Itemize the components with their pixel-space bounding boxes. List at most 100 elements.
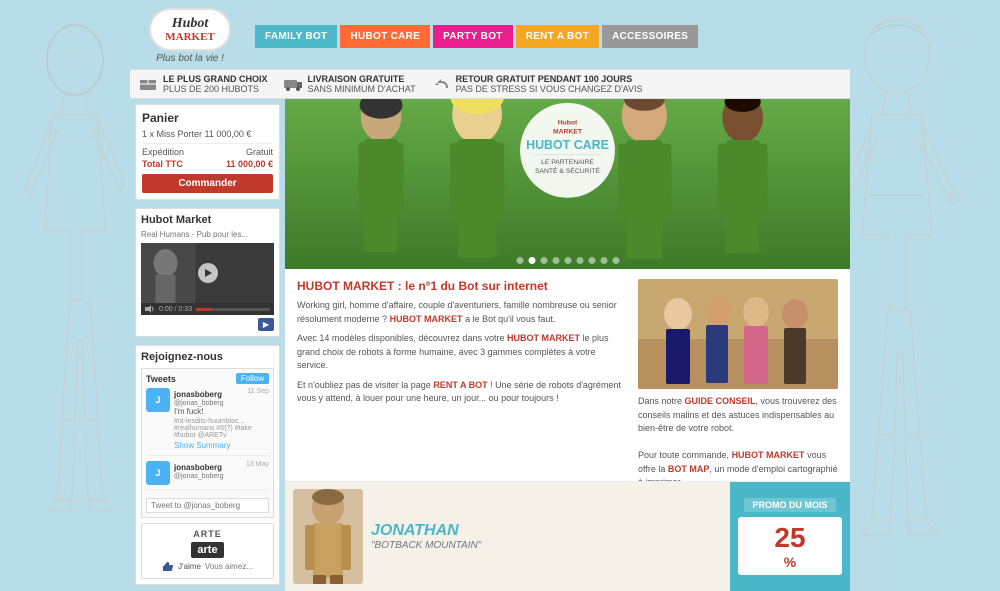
article-para-2: Avec 14 modèles disponibles, découvrez d… bbox=[297, 332, 628, 373]
nav-party-bot[interactable]: PARTY BOT bbox=[433, 25, 513, 48]
header: Hubot MARKET Plus bot la vie ! FAMILY BO… bbox=[130, 0, 850, 69]
dot-5[interactable] bbox=[576, 257, 583, 264]
article-left: HUBOT MARKET : le n°1 du Bot sur interne… bbox=[297, 279, 628, 471]
like-area: J'aime Vous aimez... bbox=[147, 561, 268, 573]
svg-text:SANTÉ & SÉCURITÉ: SANTÉ & SÉCURITÉ bbox=[535, 166, 601, 175]
promo-name: JONATHAN bbox=[371, 522, 481, 540]
tweet-input[interactable] bbox=[146, 498, 269, 513]
hubot-link-2[interactable]: HUBOT MARKET bbox=[507, 333, 580, 343]
nav-rent-a-bot[interactable]: RENT A BOT bbox=[516, 25, 599, 48]
video-subtitle: Real Humans - Pub pour les... bbox=[141, 230, 274, 239]
sidebar: Panier 1 x Miss Porter 11 000,00 € Expéd… bbox=[130, 99, 285, 591]
hero-dots bbox=[516, 257, 619, 264]
volume-icon[interactable] bbox=[145, 305, 155, 313]
info-livraison: LIVRAISON GRATUITE SANS MINIMUM D'ACHAT bbox=[283, 74, 416, 94]
return-icon bbox=[431, 77, 451, 91]
article-para-3: Et n'oubliez pas de visiter la page RENT… bbox=[297, 379, 628, 406]
hubot-link-1[interactable]: HUBOT MARKET bbox=[390, 314, 463, 324]
hubot-link-3[interactable]: HUBOT MARKET bbox=[732, 450, 805, 460]
promo-left: JONATHAN "BOTBACK MOUNTAIN" bbox=[285, 482, 730, 591]
dot-6[interactable] bbox=[588, 257, 595, 264]
promo-right: PROMO DU MOIS 25 % bbox=[730, 482, 850, 591]
dot-3[interactable] bbox=[552, 257, 559, 264]
box-icon bbox=[138, 77, 158, 91]
arte-logo: arte bbox=[191, 542, 223, 558]
article-title: HUBOT MARKET : le n°1 du Bot sur interne… bbox=[297, 279, 628, 293]
nav-family-bot[interactable]: FAMILY BOT bbox=[255, 25, 337, 48]
promo-banner: 25 % bbox=[738, 517, 842, 575]
main-text-area: HUBOT MARKET : le n°1 du Bot sur interne… bbox=[285, 269, 850, 481]
hero-banner: Hubot MARKET HUBOT CARE LE PARTENAIRE SA… bbox=[285, 99, 850, 269]
panier-item: 1 x Miss Porter 11 000,00 € bbox=[142, 129, 273, 139]
dot-2[interactable] bbox=[540, 257, 547, 264]
promo-subname: "BOTBACK MOUNTAIN" bbox=[371, 540, 481, 551]
logo-tagline: Plus bot la vie ! bbox=[156, 53, 224, 64]
arte-title: ARTE bbox=[147, 529, 268, 539]
commander-button[interactable]: Commander bbox=[142, 174, 273, 193]
tweets-header: Tweets Follow bbox=[146, 373, 269, 384]
truck-icon bbox=[283, 77, 303, 91]
video-time: 0:00 / 0:33 bbox=[159, 306, 192, 313]
tweets-area: Tweets Follow J jonasboberg 11 Sep @jona… bbox=[141, 368, 274, 517]
show-summary-link[interactable]: Show Summary bbox=[174, 441, 230, 450]
share-button[interactable]: ▶ bbox=[258, 318, 274, 331]
social-box: Rejoignez-nous Tweets Follow J jonasbobe… bbox=[135, 345, 280, 584]
guide-link[interactable]: GUIDE CONSEIL bbox=[685, 396, 756, 406]
video-progress-fill bbox=[196, 308, 211, 311]
info-choix: LE PLUS GRAND CHOIX PLUS DE 200 HUBOTS bbox=[138, 74, 268, 94]
svg-text:MARKET: MARKET bbox=[553, 129, 583, 136]
dot-8[interactable] bbox=[612, 257, 619, 264]
article-para-1: Working girl, homme d'affaire, couple d'… bbox=[297, 299, 628, 326]
tweet-item-2: J jonasboberg 13 May @jonas_boberg bbox=[146, 461, 269, 490]
tweet-content-2: jonasboberg 13 May @jonas_boberg bbox=[174, 461, 269, 485]
video-progress[interactable] bbox=[196, 308, 270, 311]
main-content: Hubot MARKET HUBOT CARE LE PARTENAIRE SA… bbox=[285, 99, 850, 591]
tweet-item-1: J jonasboberg 11 Sep @jonas_boberg I'm f… bbox=[146, 388, 269, 455]
panier-expedition: Expédition Gratuit bbox=[142, 147, 273, 157]
nav-bar: FAMILY BOT HUBOT CARE PARTY BOT RENT A B… bbox=[255, 25, 850, 48]
video-controls: 0:00 / 0:33 bbox=[141, 303, 274, 315]
like-icon bbox=[162, 561, 174, 573]
content-area: Panier 1 x Miss Porter 11 000,00 € Expéd… bbox=[130, 99, 850, 591]
article-image bbox=[638, 279, 838, 389]
bot-map-link[interactable]: BOT MAP bbox=[668, 464, 710, 474]
tweet-content-1: jonasboberg 11 Sep @jonas_boberg I'm fuc… bbox=[174, 388, 269, 450]
dot-7[interactable] bbox=[600, 257, 607, 264]
promo-percent-sign: % bbox=[743, 554, 837, 570]
tweets-label: Tweets bbox=[146, 374, 176, 384]
video-box-title: Hubot Market bbox=[141, 214, 274, 226]
logo: Hubot MARKET bbox=[149, 8, 231, 51]
promo-text: JONATHAN "BOTBACK MOUNTAIN" bbox=[371, 522, 481, 551]
svg-text:LE PARTENAIRE: LE PARTENAIRE bbox=[541, 159, 594, 166]
rent-a-bot-link[interactable]: RENT A BOT bbox=[433, 380, 487, 390]
logo-hubot-text: Hubot bbox=[165, 16, 215, 31]
svg-text:Hubot: Hubot bbox=[558, 120, 578, 127]
info-retour: RETOUR GRATUIT PENDANT 100 JOURS PAS DE … bbox=[431, 74, 643, 94]
dot-1[interactable] bbox=[528, 257, 535, 264]
nav-hubot-care[interactable]: HUBOT CARE bbox=[340, 25, 430, 48]
article-right: Dans notre GUIDE CONSEIL, vous trouverez… bbox=[638, 279, 838, 471]
social-title: Rejoignez-nous bbox=[141, 351, 274, 363]
svg-text:HUBOT CARE: HUBOT CARE bbox=[526, 139, 609, 153]
logo-market-text: MARKET bbox=[165, 31, 215, 43]
article-right-text: Dans notre GUIDE CONSEIL, vous trouverez… bbox=[638, 395, 838, 481]
nav-accessoires[interactable]: ACCESSOIRES bbox=[602, 25, 698, 48]
video-box: Hubot Market Real Humans - Pub pour les.… bbox=[135, 208, 280, 337]
video-play-button[interactable] bbox=[198, 263, 218, 283]
arte-box: ARTE arte J'aime Vous aimez... bbox=[141, 523, 274, 579]
panier-title: Panier bbox=[142, 111, 273, 125]
tweet-avatar-2: J bbox=[146, 461, 170, 485]
promo-percent: 25 bbox=[743, 522, 837, 554]
tweet-avatar-1: J bbox=[146, 388, 170, 412]
dot-4[interactable] bbox=[564, 257, 571, 264]
hero-people-svg: Hubot MARKET HUBOT CARE LE PARTENAIRE SA… bbox=[285, 99, 850, 269]
video-thumbnail[interactable] bbox=[141, 243, 274, 303]
panier-total: Total TTC 11 000,00 € bbox=[142, 159, 273, 169]
info-bar: LE PLUS GRAND CHOIX PLUS DE 200 HUBOTS L… bbox=[130, 69, 850, 99]
promo-figure bbox=[293, 489, 363, 584]
dot-0[interactable] bbox=[516, 257, 523, 264]
logo-area: Hubot MARKET Plus bot la vie ! bbox=[130, 8, 250, 64]
follow-button[interactable]: Follow bbox=[236, 373, 269, 384]
panier-box: Panier 1 x Miss Porter 11 000,00 € Expéd… bbox=[135, 104, 280, 200]
promo-month: PROMO DU MOIS bbox=[744, 498, 835, 512]
